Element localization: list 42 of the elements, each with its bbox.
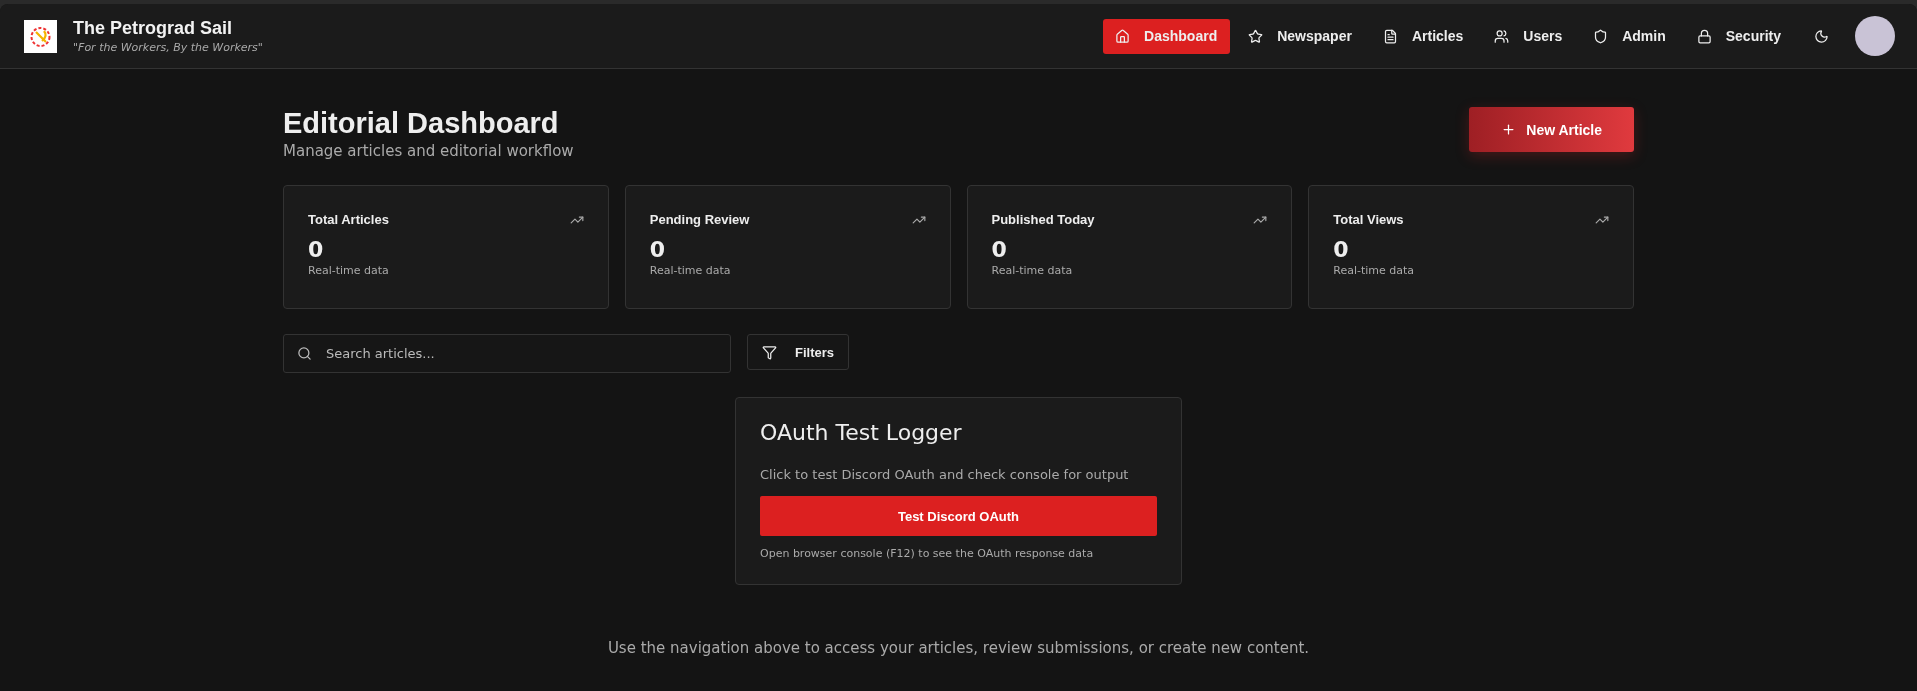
site-title: The Petrograd Sail <box>73 18 234 39</box>
nav-link[interactable]: Dashboard <box>1103 18 1231 54</box>
stat-note: Real-time data <box>1333 264 1416 277</box>
page-title: Editorial Dashboard <box>283 107 560 140</box>
nav-link[interactable]: Security <box>1684 18 1794 54</box>
stat-label: Total Views <box>1333 212 1404 227</box>
test-oauth-button[interactable]: Test Discord OAuth <box>760 496 1157 536</box>
stat-label: Published Today <box>991 212 1095 227</box>
users-icon <box>1494 28 1510 44</box>
card-description: Click to test Discord OAuth and check console for output <box>760 467 1130 482</box>
stat-note: Real-time data <box>991 264 1074 277</box>
search-icon <box>297 346 312 361</box>
stat-value: 0 <box>649 237 667 262</box>
nav-link[interactable]: Newspaper <box>1236 18 1365 54</box>
page-subtitle: Manage articles and editorial workflow <box>283 142 574 160</box>
footer-text: Use the navigation above to access your articles, review submissions, or create new content. <box>606 639 1311 657</box>
search-field[interactable]: Search articles... <box>283 334 731 373</box>
funnel-icon <box>762 344 777 360</box>
stat-value: 0 <box>1333 237 1350 262</box>
shield-icon <box>1593 28 1609 44</box>
card-hint: Open browser console (F12) to see the OAuth response data <box>760 547 1095 560</box>
stat-value: 0 <box>308 237 325 262</box>
site-tagline: "For the Workers, By the Workers" <box>73 41 263 54</box>
home-icon <box>1115 28 1131 44</box>
user-avatar[interactable] <box>1855 16 1895 56</box>
stat-label: Total Articles <box>308 212 389 227</box>
nav-link[interactable]: Admin <box>1581 18 1679 54</box>
star-icon <box>1248 28 1264 44</box>
new-article-button[interactable]: New Article <box>1469 107 1634 152</box>
nav-link[interactable]: Users <box>1482 18 1576 54</box>
lock-icon <box>1696 28 1712 44</box>
card-title: OAuth Test Logger <box>760 420 963 445</box>
stat-note: Real-time data <box>649 264 732 277</box>
document-icon <box>1382 28 1398 44</box>
stat-label: Pending Review <box>649 212 750 227</box>
stat-note: Real-time data <box>308 264 390 277</box>
nav-link[interactable]: Articles <box>1370 18 1477 54</box>
plus-icon <box>1501 122 1517 137</box>
moon-icon[interactable] <box>1814 28 1829 44</box>
logo-icon <box>24 19 57 53</box>
stat-value: 0 <box>991 237 1008 262</box>
filters-button[interactable]: Filters <box>747 334 849 370</box>
